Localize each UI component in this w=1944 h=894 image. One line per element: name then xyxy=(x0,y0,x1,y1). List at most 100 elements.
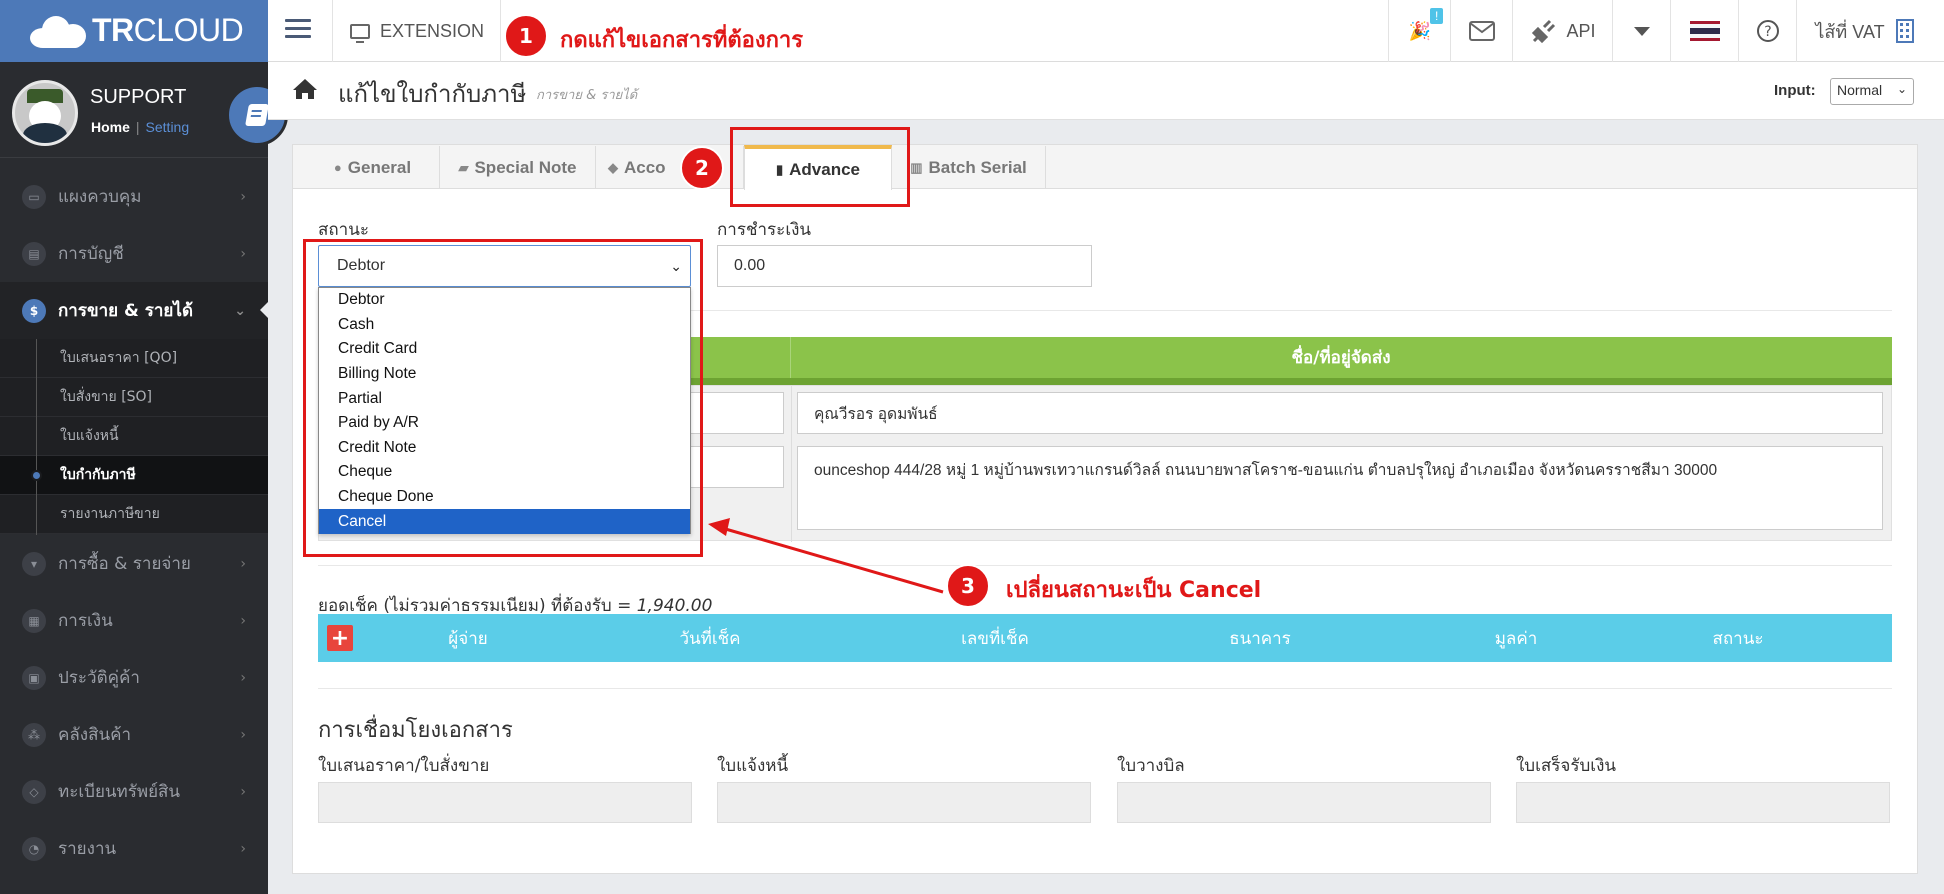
divider xyxy=(1738,0,1739,62)
language-button[interactable] xyxy=(1672,0,1738,62)
shipping-address-textarea[interactable]: ounceshop 444/28 หมู่ 1 หมู่บ้านพรเทวาแก… xyxy=(797,446,1883,530)
extension-button[interactable]: EXTENSION xyxy=(350,0,484,62)
sidebar-item-assets[interactable]: ◇ ทะเบียนทรัพย์สิน › xyxy=(0,763,268,820)
sidebar-subitem-invoice[interactable]: ใบแจ้งหนี้ xyxy=(0,417,268,456)
tab-special-note[interactable]: ▰ Special Note xyxy=(440,146,596,189)
input-mode-select[interactable]: Normal ⌄ xyxy=(1830,78,1914,105)
doclink-label-billing: ใบวางบิล xyxy=(1117,756,1185,776)
sidebar-item-inventory[interactable]: ⁂ คลังสินค้า › xyxy=(0,706,268,763)
divider xyxy=(500,0,501,62)
doclink-field-invoice xyxy=(717,782,1091,823)
doclink-field-billing xyxy=(1117,782,1491,823)
plug-icon xyxy=(1532,19,1556,43)
sidebar-item-contacts[interactable]: ▣ ประวัติคู่ค้า › xyxy=(0,649,268,706)
monitor-icon xyxy=(350,23,370,43)
brand-logo[interactable]: TRCLOUD xyxy=(0,0,268,62)
home-link[interactable]: Home xyxy=(91,119,130,135)
profile-links: Home | Setting xyxy=(91,119,190,135)
chevron-right-icon: › xyxy=(240,840,246,857)
cart-icon: ▾ xyxy=(22,551,46,576)
chevron-right-icon: › xyxy=(240,245,246,262)
dollar-icon: $ xyxy=(22,298,46,323)
book-icon xyxy=(245,104,269,126)
divider xyxy=(318,565,1892,566)
svg-text:?: ? xyxy=(1764,24,1771,40)
cheque-col-amount: มูลค่า xyxy=(1494,628,1538,649)
shipping-name-input[interactable]: คุณวีรอร อุดมพันธ์ xyxy=(797,392,1883,434)
thai-flag-icon xyxy=(1690,21,1720,41)
tab-batch-serial[interactable]: ▥ Batch Serial xyxy=(892,146,1046,189)
sidebar-subitem-sales-tax-report[interactable]: รายงานภาษีขาย xyxy=(0,495,268,534)
document-link-title: การเชื่อมโยงเอกสาร xyxy=(318,718,513,743)
building-icon xyxy=(1895,19,1914,43)
step-3-highlight-box xyxy=(303,239,703,557)
step-2-badge: 2 xyxy=(680,146,724,190)
divider xyxy=(1612,0,1613,62)
step-3-arrow xyxy=(708,518,944,594)
divider xyxy=(332,0,333,62)
tab-general[interactable]: ● General xyxy=(306,146,440,189)
doclink-label-invoice: ใบแจ้งหนี้ xyxy=(717,756,789,776)
doclink-field-receipt xyxy=(1516,782,1890,823)
chevron-right-icon: › xyxy=(240,783,246,800)
cheque-table-header xyxy=(318,614,1892,662)
chevron-right-icon: › xyxy=(240,555,246,572)
page-title: แก้ไขใบกำกับภาษี xyxy=(338,80,527,108)
diamond-icon: ◇ xyxy=(22,779,46,804)
divider xyxy=(1388,0,1389,62)
payment-input[interactable]: 0.00 xyxy=(717,245,1092,287)
sidebar-item-dashboard[interactable]: ▭ แผงควบคุม › xyxy=(0,168,268,225)
step-2-highlight-box xyxy=(730,127,910,207)
notification-badge: ! xyxy=(1430,8,1444,24)
divider xyxy=(1670,0,1671,62)
home-icon[interactable] xyxy=(292,78,318,100)
setting-link[interactable]: Setting xyxy=(146,119,190,135)
cheque-col-date: วันที่เช็ค xyxy=(679,628,741,649)
notification-button[interactable]: 🎉 ! xyxy=(1390,0,1450,62)
sidebar-subitem-sales-order[interactable]: ใบสั่งขาย [SO] xyxy=(0,378,268,417)
cheque-col-payer: ผู้จ่าย xyxy=(448,628,488,649)
help-button[interactable]: ? xyxy=(1740,0,1796,62)
brand-name: TRCLOUD xyxy=(92,12,244,48)
active-dot-icon xyxy=(31,470,42,481)
doclink-field-quotation xyxy=(318,782,692,823)
add-cheque-button[interactable]: + xyxy=(327,625,353,651)
submenu-tree-line xyxy=(36,339,37,535)
divider xyxy=(318,688,1892,689)
cloud-icon xyxy=(30,14,90,48)
party-popper-icon: 🎉 xyxy=(1408,20,1432,41)
menu-toggle-icon[interactable] xyxy=(280,14,316,48)
input-mode-label: Input: xyxy=(1774,82,1816,99)
avatar[interactable] xyxy=(12,80,78,146)
shipping-address-header: ชื่อ/ที่อยู่จัดส่ง xyxy=(1291,348,1391,368)
sidebar-item-reports[interactable]: ◔ รายงาน › xyxy=(0,820,268,877)
sidebar-item-accounting[interactable]: ▤ การบัญชี › xyxy=(0,225,268,282)
chevron-down-icon: ⌄ xyxy=(234,302,246,319)
api-button[interactable]: API xyxy=(1514,0,1612,62)
step-3-badge: 3 xyxy=(946,564,990,608)
page-subtitle: การขาย & รายได้ xyxy=(536,88,638,103)
cheque-col-number: เลขที่เช็ค xyxy=(961,628,1029,649)
note-icon: ▰ xyxy=(458,159,469,175)
monitor-icon: ▭ xyxy=(22,184,46,209)
chevron-right-icon: › xyxy=(240,188,246,205)
doclink-label-quotation: ใบเสนอราคา/ใบสั่งขาย xyxy=(318,756,490,776)
mail-button[interactable] xyxy=(1452,0,1512,62)
sidebar-subitem-quotation[interactable]: ใบเสนอราคา [QO] xyxy=(0,339,268,378)
cheque-col-bank: ธนาคาร xyxy=(1229,628,1291,649)
step-1-badge: 1 xyxy=(504,14,548,58)
vat-menu[interactable]: ไส้ที่ VAT xyxy=(1800,0,1930,62)
envelope-icon xyxy=(1469,21,1495,41)
doclink-label-receipt: ใบเสร็จรับเงิน xyxy=(1516,756,1617,776)
divider xyxy=(1512,0,1513,62)
calendar-icon: ▦ xyxy=(22,608,46,633)
caret-down-icon xyxy=(1634,26,1650,36)
step-3-text: เปลี่ยนสถานะเป็น Cancel xyxy=(1006,578,1262,603)
divider xyxy=(1450,0,1451,62)
boxes-icon: ⁂ xyxy=(22,722,46,747)
profile-name: SUPPORT xyxy=(90,86,187,108)
dropdown-toggle[interactable] xyxy=(1614,0,1670,62)
sidebar-item-sales[interactable]: $ การขาย & รายได้ ⌄ xyxy=(0,282,268,339)
sidebar-item-purchase[interactable]: ▾ การซื้อ & รายจ่าย › xyxy=(0,535,268,592)
sidebar-item-finance[interactable]: ▦ การเงิน › xyxy=(0,592,268,649)
